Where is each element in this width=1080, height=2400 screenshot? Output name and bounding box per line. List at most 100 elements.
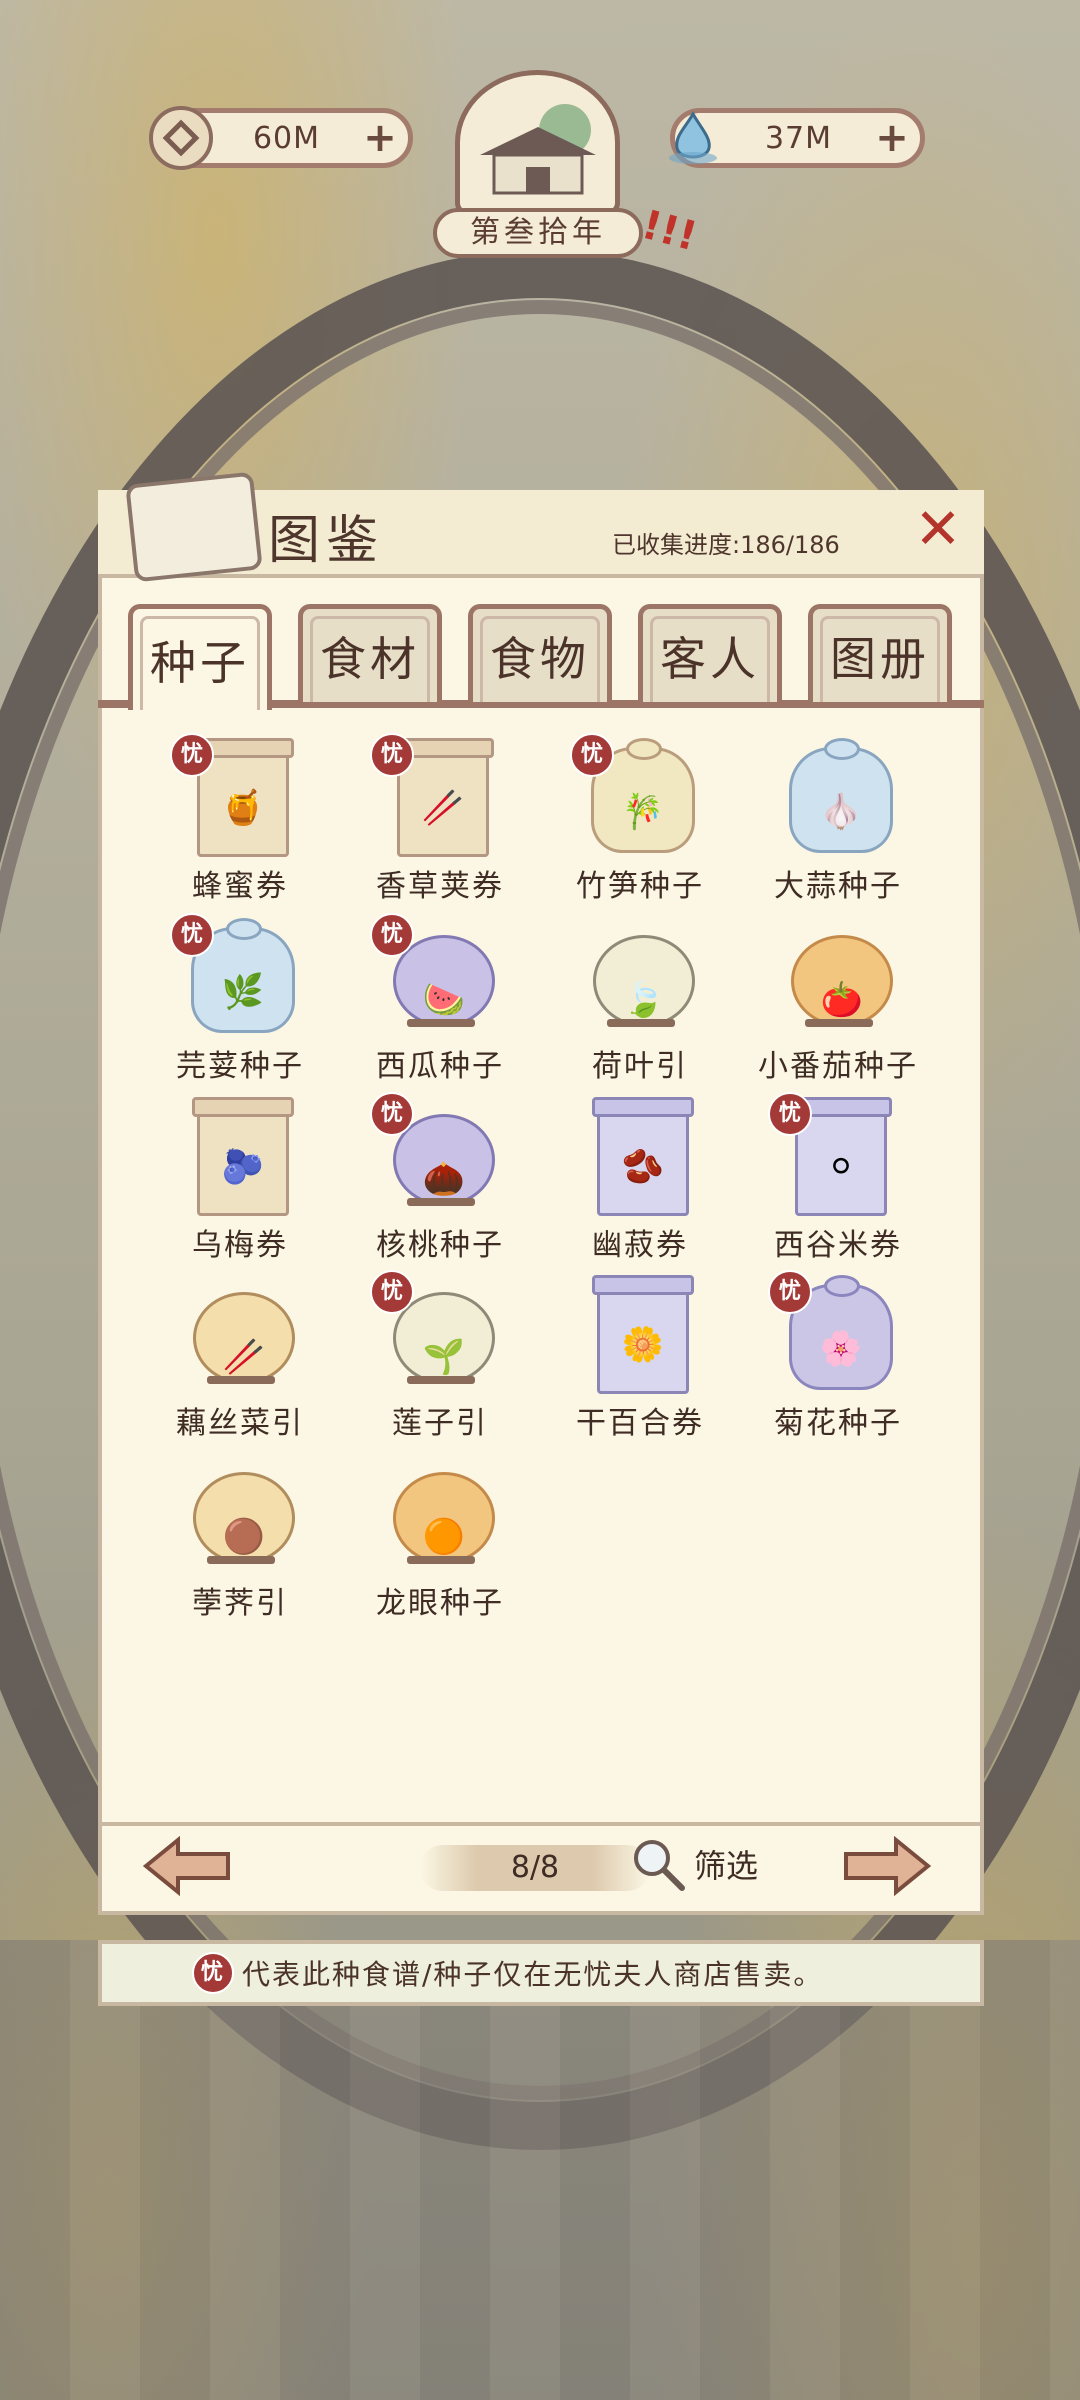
item-icon: 🌱 [422, 1337, 466, 1377]
item-stand [407, 1376, 475, 1384]
item-icon: ⚪ [826, 1147, 856, 1187]
item-icon: 🥢 [421, 788, 465, 828]
collection-item[interactable]: 🟠 龙眼种子 [340, 1452, 540, 1622]
collection-item[interactable]: 🍉 忧西瓜种子 [340, 913, 540, 1085]
add-water-button[interactable]: + [872, 118, 912, 158]
collection-item[interactable]: 🧄 大蒜种子 [738, 735, 938, 905]
tab-food[interactable]: 食物 [468, 604, 612, 702]
tab-guests[interactable]: 客人 [638, 604, 782, 702]
collection-item[interactable]: 🍅 小番茄种子 [738, 915, 938, 1085]
collection-item[interactable]: 🌸 忧菊花种子 [738, 1270, 938, 1442]
add-coins-button[interactable]: + [360, 118, 400, 158]
collection-item[interactable]: 🌰 忧核桃种子 [340, 1092, 540, 1264]
arrow-left-icon [142, 1835, 230, 1897]
coin-icon [149, 106, 213, 170]
item-label: 菊花种子 [774, 1406, 902, 1441]
item-artwork: 🧄 [783, 735, 893, 855]
item-artwork: 🍃 [585, 915, 695, 1035]
home-button[interactable] [455, 70, 620, 215]
collection-item[interactable]: 🟤 荸荠引 [140, 1452, 340, 1622]
item-container-shape: 🫐 [192, 1097, 294, 1216]
collection-progress: 已收集进度:186/186 [612, 531, 840, 559]
collection-item[interactable]: 🫘 幽菽券 [540, 1094, 740, 1264]
house-icon [480, 104, 596, 195]
item-container-shape: 🟠 [393, 1472, 495, 1564]
footer-note-text: 代表此种食谱/种子仅在无忧夫人商店售卖。 [242, 1958, 824, 1991]
item-container-shape: 🟤 [193, 1472, 295, 1564]
item-container-shape: 🫘 [592, 1097, 694, 1216]
item-icon: 🧄 [819, 792, 863, 832]
item-artwork: 🥢 [185, 1272, 295, 1392]
shop-stamp-icon: 忧 [170, 913, 214, 957]
collection-item[interactable]: 🌼 干百合券 [540, 1272, 740, 1442]
item-stand [407, 1198, 475, 1206]
item-icon: 🟤 [222, 1517, 266, 1557]
item-stand [207, 1376, 275, 1384]
item-container-shape: 🧄 [789, 738, 893, 853]
item-icon: 🌰 [422, 1159, 466, 1199]
item-icon: 🫐 [221, 1147, 265, 1187]
collection-item[interactable]: 🥢 藕丝菜引 [140, 1272, 340, 1442]
item-icon: 🌼 [621, 1325, 665, 1365]
tab-ingredients[interactable]: 食材 [298, 604, 442, 702]
shop-stamp-icon: 忧 [768, 1270, 812, 1314]
coin-counter: 60M + [149, 106, 413, 170]
item-icon: 🍃 [622, 980, 666, 1020]
panel-title: 图鉴 [268, 511, 385, 571]
item-label: 龙眼种子 [376, 1586, 504, 1621]
item-container-shape: 🍅 [791, 935, 893, 1027]
collection-item[interactable]: 🌱 忧莲子引 [340, 1270, 540, 1442]
item-icon: 🟠 [422, 1517, 466, 1557]
collection-item[interactable]: 🌿 忧芫荽种子 [140, 913, 340, 1085]
shop-stamp-icon: 忧 [370, 1270, 414, 1314]
pager-divider [98, 1822, 984, 1826]
prev-page-button[interactable] [142, 1835, 232, 1897]
item-icon: 🌸 [819, 1329, 863, 1369]
item-label: 小番茄种子 [758, 1049, 918, 1084]
item-artwork: 🟤 [185, 1452, 295, 1572]
item-icon: 🍉 [422, 980, 466, 1020]
magnifier-icon [634, 1840, 685, 1891]
item-icon: 🫘 [621, 1147, 665, 1187]
arrow-right-icon [844, 1835, 932, 1897]
water-value: 37M [764, 120, 833, 156]
item-container-shape: 🌼 [592, 1275, 694, 1394]
footer-note: 忧 代表此种食谱/种子仅在无忧夫人商店售卖。 [98, 1940, 984, 2006]
filter-label: 筛选 [694, 1847, 759, 1885]
filter-button[interactable]: 筛选 [630, 1836, 758, 1892]
shop-stamp-icon: 忧 [192, 1952, 234, 1994]
item-stand [407, 1019, 475, 1027]
shop-stamp-icon: 忧 [768, 1092, 812, 1136]
collection-item[interactable]: 🥢 忧香草荚券 [340, 733, 540, 905]
collection-item[interactable]: 🫐 乌梅券 [140, 1094, 340, 1264]
collection-item[interactable]: ⚪ 忧西谷米券 [738, 1092, 938, 1264]
item-icon: 🥢 [222, 1337, 266, 1377]
year-badge: 第叁拾年 [433, 208, 643, 258]
item-label: 大蒜种子 [774, 869, 902, 904]
shop-stamp-icon: 忧 [370, 913, 414, 957]
item-icon: 🍯 [221, 788, 265, 828]
item-stand [407, 1556, 475, 1564]
collection-item[interactable]: 🍯 忧蜂蜜券 [140, 733, 340, 905]
page-indicator: 8/8 [420, 1845, 650, 1891]
scroll-icon [125, 471, 263, 583]
shop-stamp-icon: 忧 [370, 733, 414, 777]
close-button[interactable]: ✕ [908, 500, 968, 560]
item-stand [607, 1019, 675, 1027]
shop-stamp-icon: 忧 [370, 1092, 414, 1136]
shop-stamp-icon: 忧 [170, 733, 214, 777]
collection-item[interactable]: 🎋 忧竹笋种子 [540, 733, 740, 905]
item-artwork: 🟠 [385, 1452, 495, 1572]
item-artwork: 🍅 [783, 915, 893, 1035]
next-page-button[interactable] [842, 1835, 932, 1897]
floor [0, 1940, 1080, 2400]
item-icon: 🎋 [621, 792, 665, 832]
shop-stamp-icon: 忧 [570, 733, 614, 777]
item-label: 西谷米券 [774, 1228, 902, 1263]
water-drop-icon [661, 106, 725, 170]
tab-seeds[interactable]: 种子 [128, 604, 272, 710]
collection-item[interactable]: 🍃 荷叶引 [540, 915, 740, 1085]
tab-album[interactable]: 图册 [808, 604, 952, 702]
item-stand [207, 1556, 275, 1564]
item-icon: 🍅 [820, 980, 864, 1020]
